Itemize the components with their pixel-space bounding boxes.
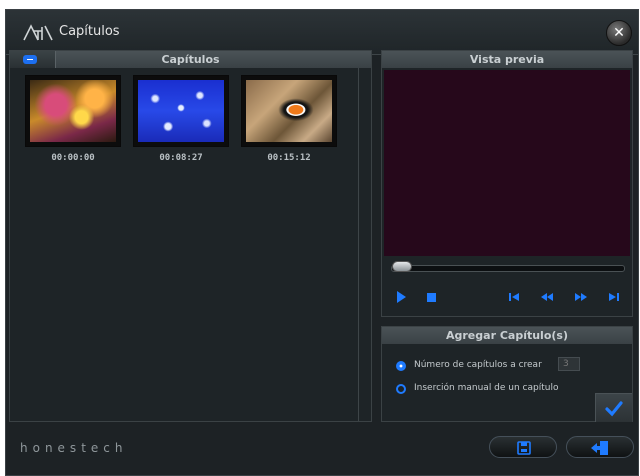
chapter-thumbnail-image: [30, 80, 116, 142]
add-chapters-panel: Agregar Capítulo(s) Número de capítulos …: [381, 326, 633, 422]
chapter-time: 00:00:00: [51, 153, 95, 163]
radio-chapter-count-label: Número de capítulos a crear: [414, 360, 542, 370]
preview-screen: [384, 70, 630, 256]
radio-manual-insert-label: Inserción manual de un capítulo: [414, 383, 559, 393]
preview-panel: Vista previa: [381, 50, 633, 317]
chapter-thumbnail-image: [138, 80, 224, 142]
rewind-icon[interactable]: [540, 291, 554, 303]
radio-manual-insert[interactable]: [396, 384, 406, 394]
chapters-panel: Capítulos 00:00:00 00:08:27 00:15:12: [9, 50, 372, 422]
preview-panel-header: Vista previa: [382, 51, 632, 68]
checkmark-icon: [605, 401, 623, 417]
add-chapters-header: Agregar Capítulo(s): [382, 327, 632, 344]
seek-bar[interactable]: [391, 265, 625, 272]
close-button[interactable]: ✕: [606, 20, 632, 46]
remove-chapter-tab: [10, 51, 56, 68]
chapter-thumbnail[interactable]: [133, 75, 229, 147]
play-icon[interactable]: [397, 291, 406, 303]
chapters-scrollbar[interactable]: [358, 68, 359, 421]
remove-chapter-button[interactable]: [23, 55, 37, 64]
skip-to-start-icon[interactable]: [508, 291, 520, 303]
save-icon: [517, 441, 531, 455]
chapter-time: 00:08:27: [159, 153, 203, 163]
brand-label: honestech: [20, 441, 128, 455]
radio-chapter-count[interactable]: [396, 361, 406, 371]
exit-door-icon: [591, 441, 608, 455]
honestech-logo-icon: [23, 24, 53, 41]
skip-to-end-icon[interactable]: [608, 291, 620, 303]
window-title: Capítulos: [59, 24, 120, 39]
apply-button[interactable]: [595, 393, 632, 422]
chapter-time: 00:15:12: [267, 153, 311, 163]
title-bar: Capítulos ✕: [6, 10, 638, 55]
seek-handle[interactable]: [392, 261, 412, 272]
fast-forward-icon[interactable]: [574, 291, 588, 303]
chapter-thumbnail[interactable]: [241, 75, 337, 147]
stop-icon[interactable]: [427, 293, 436, 302]
chapters-panel-header: Capítulos: [10, 51, 371, 68]
save-button[interactable]: [489, 436, 557, 458]
chapter-thumbnail-image: [246, 80, 332, 142]
chapter-thumbnail[interactable]: [25, 75, 121, 147]
exit-button[interactable]: [566, 436, 634, 458]
chapter-count-input[interactable]: 3: [558, 357, 580, 371]
